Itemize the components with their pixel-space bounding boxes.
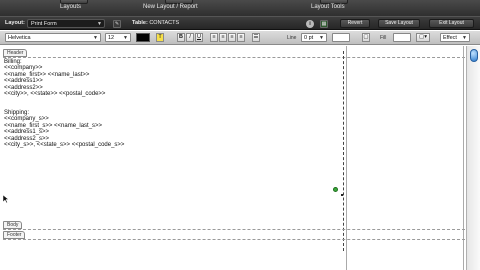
mouse-pointer-icon xyxy=(2,194,9,204)
font-caret-icon: ▼ xyxy=(93,35,98,41)
manage-layouts-icon[interactable]: ✎ xyxy=(113,20,121,28)
shipping-line: <<address1_s>> xyxy=(4,129,50,136)
layout-label: Layout: xyxy=(5,20,25,26)
handle-anchor-dot xyxy=(341,194,343,196)
text-color-swatch[interactable] xyxy=(136,33,150,42)
font-select[interactable]: Helvetica ▼ xyxy=(5,33,101,42)
effect-select[interactable]: Effect ▼ xyxy=(440,33,470,42)
line-label: Line xyxy=(287,35,297,41)
shipping-block[interactable]: Shipping: <<company_s>> <<name_first_s>>… xyxy=(4,110,124,148)
format-bar: Helvetica ▼ 12 ▼ T B I U ≡ ≡ ≡ ≡ ☰ Line … xyxy=(0,31,480,45)
bold-button[interactable]: B xyxy=(177,33,185,42)
effect-value: Effect xyxy=(443,35,457,41)
shipping-line: <<city_s>>, <<state_s>> <<postal_code_s>… xyxy=(4,142,125,149)
italic-button[interactable]: I xyxy=(186,33,194,42)
shipping-line: <<name_first_s>> <<name_last_s>> xyxy=(4,122,103,129)
exit-layout-button[interactable]: Exit Layout xyxy=(429,19,474,28)
layout-select-value: Print Form xyxy=(31,21,57,27)
info-icon[interactable]: i xyxy=(306,20,314,28)
footer-boundary xyxy=(3,239,465,240)
layouts-label[interactable]: Layouts xyxy=(60,4,81,10)
right-edge-guide xyxy=(463,46,464,270)
shipping-line: <<address2_s>> xyxy=(4,135,50,142)
top-menu-strip: Layouts New Layout / Report Layout Tools xyxy=(0,0,480,16)
page-edge-guide xyxy=(346,46,347,270)
new-layout-label[interactable]: New Layout / Report xyxy=(143,4,198,10)
layout-tools-label[interactable]: Layout Tools xyxy=(311,4,345,10)
body-boundary xyxy=(3,229,465,230)
save-layout-button[interactable]: Save Layout xyxy=(378,19,420,28)
header-part-tab[interactable]: Header xyxy=(3,49,28,57)
line-width-value: 0 pt xyxy=(304,35,314,41)
layout-bar: Layout: Print Form ▼ ✎ Table: CONTACTS i… xyxy=(0,16,480,30)
billing-block[interactable]: Billing: <<company>> <<name_first>> <<na… xyxy=(4,59,105,97)
scroll-thumb[interactable] xyxy=(470,49,478,62)
layout-select[interactable]: Print Form ▼ xyxy=(27,19,105,28)
align-left-button[interactable]: ≡ xyxy=(210,33,218,42)
fill-color-select[interactable] xyxy=(393,33,411,42)
revert-button[interactable]: Revert xyxy=(340,19,370,28)
table-label: Table: CONTACTS xyxy=(132,20,180,26)
shipping-line: <<company_s>> xyxy=(4,116,49,123)
line-width-select[interactable]: 0 pt ▼ xyxy=(301,33,327,42)
font-size-value: 12 xyxy=(108,35,115,41)
align-center-button[interactable]: ≡ xyxy=(219,33,227,42)
font-select-value: Helvetica xyxy=(8,35,31,41)
underline-button[interactable]: U xyxy=(195,33,203,42)
page-width-guide xyxy=(343,51,344,251)
fill-label: Fill xyxy=(380,35,387,41)
align-right-button[interactable]: ≡ xyxy=(228,33,236,42)
align-justify-button[interactable]: ≡ xyxy=(237,33,245,42)
font-size-select[interactable]: 12 ▼ xyxy=(105,33,131,42)
layout-canvas[interactable]: Header Billing: <<company>> <<name_first… xyxy=(0,46,466,270)
resize-handle[interactable] xyxy=(333,187,338,192)
line-pattern-icon[interactable]: ▢ xyxy=(362,33,370,42)
effect-caret-icon: ▼ xyxy=(462,35,467,41)
billing-line: <<city>>, <<state>> <<postal_code>> xyxy=(4,91,106,98)
billing-line: <<company>> xyxy=(4,65,43,72)
line-caret-icon: ▼ xyxy=(319,35,324,41)
shipping-line: Shipping: xyxy=(4,110,30,116)
highlight-button[interactable]: T xyxy=(156,33,164,42)
footer-part-tab[interactable]: Footer xyxy=(3,231,26,239)
inspector-icon[interactable]: ▦ xyxy=(320,20,328,28)
size-caret-icon: ▼ xyxy=(123,35,128,41)
vertical-scrollbar[interactable] xyxy=(466,46,480,270)
line-color-select[interactable] xyxy=(332,33,350,42)
billing-line: <<name_first>> <<name_last>> xyxy=(4,71,90,78)
header-boundary xyxy=(3,57,465,58)
line-spacing-button[interactable]: ☰ xyxy=(252,33,260,42)
billing-line: Billing: xyxy=(4,59,22,65)
billing-line: <<address2>> xyxy=(4,84,43,91)
fill-pattern-icon[interactable]: ▢▾ xyxy=(416,33,430,42)
select-caret-icon: ▼ xyxy=(97,21,102,27)
billing-line: <<address1>> xyxy=(4,78,43,85)
body-part-tab[interactable]: Body xyxy=(3,221,23,229)
